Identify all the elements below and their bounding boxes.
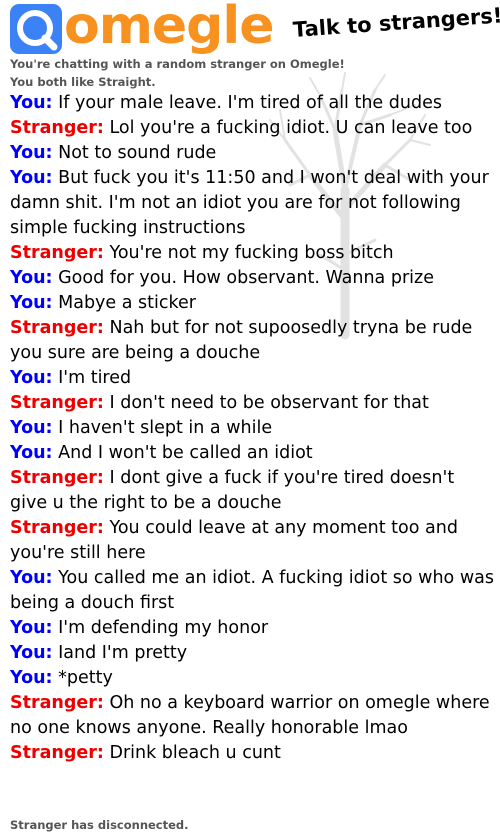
chat-message: You: I'm tired bbox=[10, 366, 495, 391]
speaker-label-stranger: Stranger: bbox=[10, 318, 104, 338]
message-text: I'm defending my honor bbox=[58, 618, 269, 638]
message-text: And I won't be called an idiot bbox=[58, 443, 313, 463]
message-text: Iand I'm pretty bbox=[58, 643, 188, 663]
chat-message: You: If your male leave. I'm tired of al… bbox=[10, 91, 495, 116]
chat-message: You: Mabye a sticker bbox=[10, 291, 495, 316]
chat-message: You: I haven't slept in a while bbox=[10, 416, 495, 441]
message-text: You called me an idiot. A fucking idiot … bbox=[10, 568, 494, 613]
omegle-logo-text: omegle bbox=[64, 0, 274, 56]
chat-message: You: Iand I'm pretty bbox=[10, 641, 495, 666]
chat-message: Stranger: Drink bleach u cunt bbox=[10, 741, 495, 766]
message-text: I don't need to be observant for that bbox=[109, 393, 429, 413]
chat-message: You: Good for you. How observant. Wanna … bbox=[10, 266, 495, 291]
speaker-label-stranger: Stranger: bbox=[10, 693, 104, 713]
speaker-label-you: You: bbox=[10, 568, 53, 588]
header: omegle Talk to strangers! bbox=[0, 0, 500, 58]
speaker-label-you: You: bbox=[10, 268, 53, 288]
status-disconnected: Stranger has disconnected. bbox=[10, 818, 189, 832]
speaker-label-you: You: bbox=[10, 368, 53, 388]
omegle-logo-icon bbox=[10, 4, 62, 54]
speaker-label-you: You: bbox=[10, 168, 53, 188]
message-text: *petty bbox=[58, 668, 113, 688]
message-text: If your male leave. I'm tired of all the… bbox=[58, 93, 442, 113]
chat-message: Stranger: You're not my fucking boss bit… bbox=[10, 241, 495, 266]
message-text: Not to sound rude bbox=[58, 143, 217, 163]
message-text: Good for you. How observant. Wanna prize bbox=[58, 268, 434, 288]
speaker-label-you: You: bbox=[10, 618, 53, 638]
speaker-label-stranger: Stranger: bbox=[10, 518, 104, 538]
chat-log: You: If your male leave. I'm tired of al… bbox=[10, 91, 495, 766]
speaker-label-stranger: Stranger: bbox=[10, 393, 104, 413]
chat-message: Stranger: You could leave at any moment … bbox=[10, 516, 495, 566]
speaker-label-you: You: bbox=[10, 418, 53, 438]
chat-message: Stranger: I dont give a fuck if you're t… bbox=[10, 466, 495, 516]
chat-message: Stranger: Nah but for not supoosedly try… bbox=[10, 316, 495, 366]
message-text: You're not my fucking boss bitch bbox=[109, 243, 394, 263]
status-likes: You both like Straight. bbox=[10, 75, 156, 89]
chat-message: You: Not to sound rude bbox=[10, 141, 495, 166]
chat-message: You: *petty bbox=[10, 666, 495, 691]
chat-message: You: But fuck you it's 11:50 and I won't… bbox=[10, 166, 495, 241]
speaker-label-you: You: bbox=[10, 643, 53, 663]
speaker-label-you: You: bbox=[10, 443, 53, 463]
chat-message: Stranger: Oh no a keyboard warrior on om… bbox=[10, 691, 495, 741]
chat-message: Stranger: Lol you're a fucking idiot. U … bbox=[10, 116, 495, 141]
message-text: But fuck you it's 11:50 and I won't deal… bbox=[10, 168, 489, 238]
speaker-label-stranger: Stranger: bbox=[10, 468, 104, 488]
speaker-label-stranger: Stranger: bbox=[10, 118, 104, 138]
message-text: Drink bleach u cunt bbox=[109, 743, 281, 763]
speaker-label-stranger: Stranger: bbox=[10, 243, 104, 263]
speaker-label-you: You: bbox=[10, 143, 53, 163]
message-text: Mabye a sticker bbox=[58, 293, 196, 313]
chat-message: You: And I won't be called an idiot bbox=[10, 441, 495, 466]
speaker-label-stranger: Stranger: bbox=[10, 743, 104, 763]
message-text: I'm tired bbox=[58, 368, 132, 388]
message-text: Lol you're a fucking idiot. U can leave … bbox=[109, 118, 473, 138]
status-intro: You're chatting with a random stranger o… bbox=[10, 57, 345, 71]
chat-message: Stranger: I don't need to be observant f… bbox=[10, 391, 495, 416]
tagline: Talk to strangers! bbox=[292, 3, 500, 42]
message-text: I haven't slept in a while bbox=[58, 418, 273, 438]
chat-message: You: I'm defending my honor bbox=[10, 616, 495, 641]
chat-message: You: You called me an idiot. A fucking i… bbox=[10, 566, 495, 616]
speaker-label-you: You: bbox=[10, 293, 53, 313]
speaker-label-you: You: bbox=[10, 93, 53, 113]
speaker-label-you: You: bbox=[10, 668, 53, 688]
